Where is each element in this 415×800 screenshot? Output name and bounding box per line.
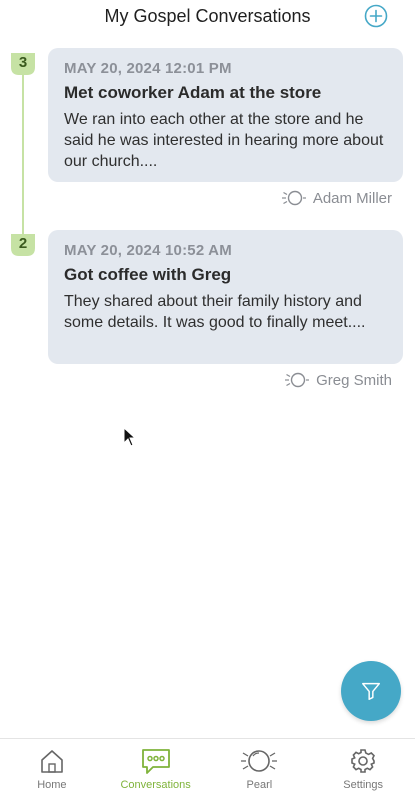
header: My Gospel Conversations [0, 0, 415, 34]
conversation-person[interactable]: Greg Smith [284, 370, 392, 390]
person-name: Greg Smith [316, 371, 392, 389]
gear-icon [351, 749, 376, 773]
tab-settings[interactable]: Settings [311, 739, 415, 800]
conversation-body: We ran into each other at the store and … [64, 111, 384, 170]
tab-bar: Home Conversations Pearl Settings [0, 738, 415, 800]
badge-number: 3 [18, 54, 28, 71]
filter-button[interactable] [341, 661, 401, 721]
conversation-number-badge: 2 [9, 232, 37, 258]
chat-icon [141, 749, 170, 774]
conversation-person[interactable]: Adam Miller [281, 188, 392, 208]
badge-number: 2 [18, 235, 28, 252]
plus-circle-icon [364, 4, 388, 28]
tab-label: Pearl [246, 779, 273, 791]
filter-icon [362, 682, 380, 700]
conversation-title: Met coworker Adam at the store [64, 83, 322, 102]
tab-pearl[interactable]: Pearl [208, 739, 312, 800]
conversation-card[interactable]: MAY 20, 2024 12:01 PM Met coworker Adam … [48, 48, 403, 182]
conversation-number-badge: 3 [9, 51, 37, 77]
tab-label: Conversations [120, 779, 191, 791]
pearl-icon [281, 190, 306, 206]
conversation-date: MAY 20, 2024 10:52 AM [64, 242, 232, 259]
tab-label: Settings [343, 779, 383, 791]
tab-home[interactable]: Home [0, 739, 104, 800]
conversation-title: Got coffee with Greg [64, 265, 232, 284]
pearl-icon [285, 372, 310, 388]
tab-conversations[interactable]: Conversations [104, 739, 208, 800]
timeline-line [22, 70, 24, 240]
mouse-cursor-icon [123, 427, 137, 447]
person-name: Adam Miller [312, 189, 392, 207]
home-icon [41, 750, 63, 773]
tab-label: Home [37, 779, 67, 791]
page-title: My Gospel Conversations [104, 6, 311, 26]
conversation-body: They shared about their family history a… [64, 293, 366, 331]
add-conversation-button[interactable] [364, 4, 388, 28]
pearl-icon [241, 750, 278, 772]
conversation-date: MAY 20, 2024 12:01 PM [64, 60, 232, 77]
conversation-card[interactable]: MAY 20, 2024 10:52 AM Got coffee with Gr… [48, 230, 403, 364]
